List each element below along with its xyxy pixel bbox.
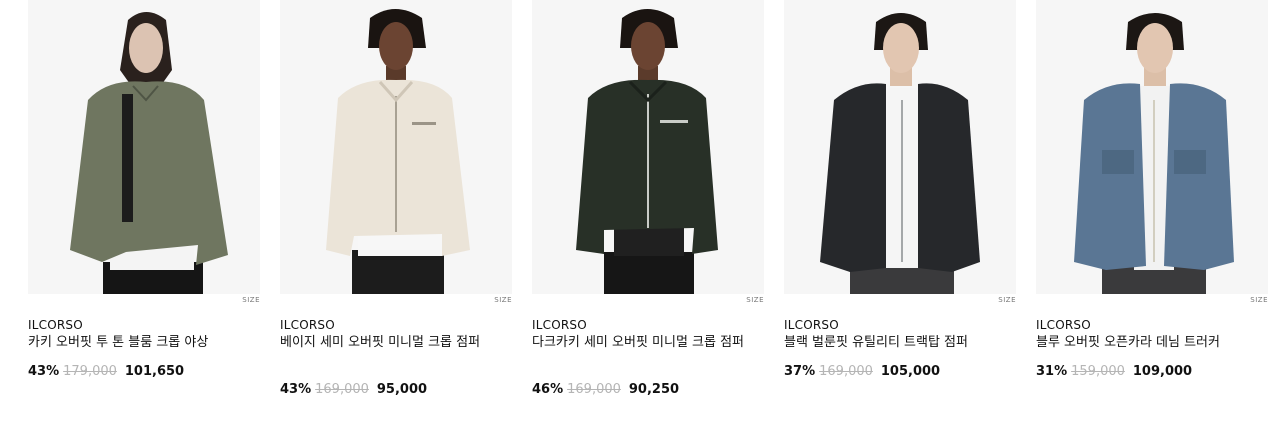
- sale-price: 109,000: [1132, 364, 1193, 379]
- product-card[interactable]: SIZE ILCORSO 카키 오버핏 투 톤 블룸 크롭 야상 43% 179,…: [28, 0, 260, 379]
- size-link[interactable]: SIZE: [242, 296, 260, 304]
- product-card[interactable]: SIZE ILCORSO 다크카키 세미 오버핏 미니멀 크롭 점퍼 46% 16…: [532, 0, 764, 397]
- original-price: 169,000: [819, 364, 873, 379]
- brand-name[interactable]: ILCORSO: [532, 318, 587, 332]
- size-link[interactable]: SIZE: [746, 296, 764, 304]
- brand-name[interactable]: ILCORSO: [784, 318, 839, 332]
- product-image[interactable]: [1036, 0, 1268, 294]
- brand-name[interactable]: ILCORSO: [1036, 318, 1091, 332]
- discount-rate: 43%: [28, 364, 60, 379]
- original-price: 159,000: [1071, 364, 1125, 379]
- original-price: 169,000: [567, 382, 621, 397]
- sale-price: 105,000: [880, 364, 941, 379]
- product-name[interactable]: 다크카키 세미 오버핏 미니멀 크롭 점퍼: [532, 334, 747, 352]
- product-name[interactable]: 베이지 세미 오버핏 미니멀 크롭 점퍼: [280, 334, 495, 352]
- price-row: 46% 169,000 90,250: [532, 382, 679, 397]
- discount-rate: 37%: [784, 364, 816, 379]
- brand-name[interactable]: ILCORSO: [280, 318, 335, 332]
- size-link[interactable]: SIZE: [998, 296, 1016, 304]
- price-row: 31% 159,000 109,000: [1036, 364, 1192, 379]
- sale-price: 101,650: [124, 364, 185, 379]
- model-photo: [576, 9, 718, 294]
- product-name[interactable]: 블랙 벌룬핏 유틸리티 트랙탑 점퍼: [784, 334, 999, 352]
- product-name[interactable]: 블루 오버핏 오픈카라 데님 트러커: [1036, 334, 1251, 352]
- original-price: 169,000: [315, 382, 369, 397]
- sale-price: 95,000: [376, 382, 428, 397]
- product-name[interactable]: 카키 오버핏 투 톤 블룸 크롭 야상: [28, 334, 243, 352]
- product-card[interactable]: SIZE ILCORSO 블랙 벌룬핏 유틸리티 트랙탑 점퍼 37% 169,0…: [784, 0, 1016, 379]
- model-photo: [70, 12, 228, 294]
- size-link[interactable]: SIZE: [1250, 296, 1268, 304]
- product-image[interactable]: [784, 0, 1016, 294]
- discount-rate: 31%: [1036, 364, 1068, 379]
- price-row: 37% 169,000 105,000: [784, 364, 940, 379]
- model-photo: [1074, 13, 1234, 294]
- product-image[interactable]: [28, 0, 260, 294]
- price-row: 43% 169,000 95,000: [280, 382, 427, 397]
- model-photo: [326, 9, 470, 294]
- product-image[interactable]: [532, 0, 764, 294]
- model-photo: [820, 13, 980, 294]
- product-card[interactable]: SIZE ILCORSO 블루 오버핏 오픈카라 데님 트러커 31% 159,0…: [1036, 0, 1268, 379]
- brand-name[interactable]: ILCORSO: [28, 318, 83, 332]
- product-grid: SIZE ILCORSO 카키 오버핏 투 톤 블룸 크롭 야상 43% 179,…: [0, 0, 1279, 437]
- size-link[interactable]: SIZE: [494, 296, 512, 304]
- product-image[interactable]: [280, 0, 512, 294]
- sale-price: 90,250: [628, 382, 680, 397]
- discount-rate: 46%: [532, 382, 564, 397]
- product-card[interactable]: SIZE ILCORSO 베이지 세미 오버핏 미니멀 크롭 점퍼 43% 169…: [280, 0, 512, 397]
- original-price: 179,000: [63, 364, 117, 379]
- discount-rate: 43%: [280, 382, 312, 397]
- price-row: 43% 179,000 101,650: [28, 364, 184, 379]
